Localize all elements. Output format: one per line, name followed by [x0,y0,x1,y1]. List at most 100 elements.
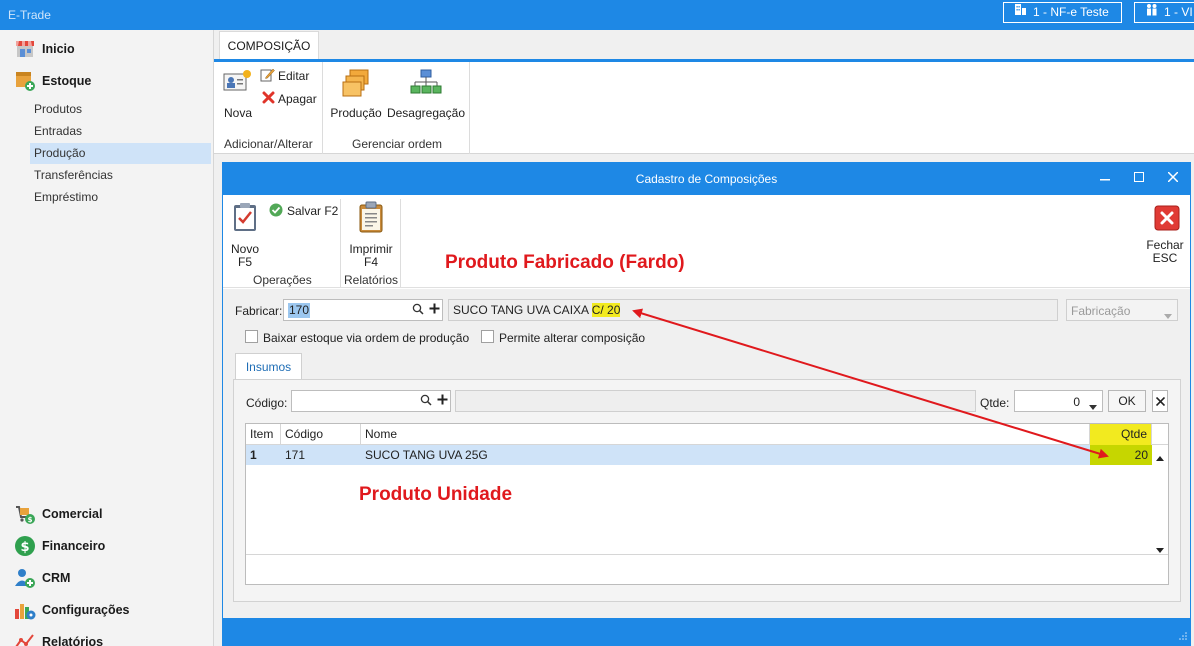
company-chip[interactable]: 1 - NF-e Teste [1003,2,1122,23]
maximize-button[interactable] [1128,168,1150,188]
search-icon[interactable] [420,394,432,409]
close-red-icon [1154,205,1180,234]
sidebar-section-label: Relatórios [42,635,104,646]
composition-dialog: Cadastro de Composições Novo F5 Salvar F… [222,162,1191,646]
building-icon [1014,3,1027,22]
sidebar-item-transferencias[interactable]: Transferências [30,165,211,186]
sidebar-item-produtos[interactable]: Produtos [30,99,211,120]
settings-chart-icon [14,599,36,621]
type-select-value: Fabricação [1071,304,1131,318]
dialog-toolbar: Novo F5 Salvar F2 Operações Imprimir F4 … [223,195,1190,288]
minimize-button[interactable] [1094,168,1116,188]
grid-scrollbar[interactable] [1152,445,1168,553]
checkbox-permite-alterar-label: Permite alterar composição [499,331,646,345]
close-icon [1155,396,1165,407]
product-name-highlight: C/ 20 [591,303,621,317]
close-icon[interactable] [1162,168,1184,188]
new-user-icon [223,69,253,98]
scroll-up-icon[interactable] [1156,450,1164,464]
sidebar-section-comercial[interactable]: $ Comercial [14,502,102,526]
chevron-down-icon[interactable] [1089,399,1097,413]
sidebar-item-emprestimo[interactable]: Empréstimo [30,187,211,208]
users-icon [14,567,36,589]
new-button[interactable]: Nova [221,66,255,120]
print-f4-label-2: F4 [363,255,378,269]
stock-icon [14,70,36,92]
tab-insumos[interactable]: Insumos [235,353,302,380]
print-f4-button[interactable]: Imprimir F4 [345,199,397,269]
report-icon [14,631,36,646]
dialog-content: Fabricar: 170 SUCO TANG UVA CAIXA C/ 20 … [223,289,1190,618]
print-f4-label-1: Imprimir [349,242,393,256]
delete-x-icon [262,91,275,107]
grid-header-filler [1152,424,1168,445]
dollar-icon: $ [14,535,36,557]
sidebar: Inicio Estoque Produtos Entradas Produçã… [0,30,214,646]
save-f2-button[interactable]: Salvar F2 [269,203,339,219]
sidebar-section-configuracoes[interactable]: Configurações [14,598,130,622]
new-f5-button[interactable]: Novo F5 [227,199,263,269]
new-f5-label-2: F5 [237,255,252,269]
qtde-label: Qtde: [980,396,1010,410]
ok-button[interactable]: OK [1108,390,1146,412]
table-row[interactable]: 1 171 SUCO TANG UVA 25G 20 [246,445,1152,465]
edit-button-label: Editar [278,69,310,83]
sidebar-section-relatorios[interactable]: Relatórios [14,630,103,646]
resize-grip-icon[interactable] [1179,629,1187,643]
qtde-field[interactable]: 0 [1014,390,1103,412]
user-label: 1 - VI [1164,5,1193,19]
annotation-produto-unidade: Produto Unidade [359,484,513,505]
remove-button[interactable] [1152,390,1168,412]
hierarchy-icon [410,69,442,102]
production-button-label: Produção [330,106,382,120]
insumo-code-field[interactable] [291,390,451,412]
add-icon[interactable] [437,394,448,408]
group-label-relatorios: Relatórios [344,273,399,287]
checkbox-baixar-estoque-label: Baixar estoque via ordem de produção [263,331,470,345]
add-icon[interactable] [429,303,440,317]
product-name-field: SUCO TANG UVA CAIXA C/ 20 [448,299,1058,321]
production-boxes-icon [342,68,372,103]
title-bar: E-Trade 1 - NF-e Teste 1 - VI [0,0,1194,30]
user-chip[interactable]: 1 - VI [1134,2,1194,23]
fabricar-code-field[interactable]: 170 [283,299,443,321]
fabricar-label: Fabricar: [235,304,283,318]
grid-header-item[interactable]: Item [246,424,281,445]
save-f2-label: Salvar F2 [287,204,339,218]
svg-text:$: $ [20,540,29,555]
sidebar-section-inicio[interactable]: Inicio [14,37,75,61]
sidebar-item-entradas[interactable]: Entradas [30,121,211,142]
edit-button[interactable]: Editar [260,67,316,85]
grid-header-codigo[interactable]: Código [281,424,361,445]
tab-composicao[interactable]: COMPOSIÇÃO [219,31,319,60]
ribbon-group-divider [322,62,323,154]
checkbox-permite-alterar[interactable] [481,330,494,343]
checkbox-baixar-estoque[interactable] [245,330,258,343]
group-label-operacoes: Operações [253,273,312,287]
product-name-text: SUCO TANG UVA CAIXA [453,303,592,317]
disaggregation-button[interactable]: Desagregação [386,66,466,120]
delete-button[interactable]: Apagar [260,90,320,108]
sidebar-section-financeiro[interactable]: $ Financeiro [14,534,105,558]
type-select[interactable]: Fabricação [1066,299,1178,321]
grid-header-qtde[interactable]: Qtde [1090,424,1152,445]
production-button[interactable]: Produção [328,66,384,120]
codigo-label: Código: [246,396,288,410]
close-esc-label-1: Fechar [1146,238,1184,252]
sidebar-section-label: Comercial [42,507,103,521]
chevron-down-icon [1164,308,1172,322]
dialog-body: Novo F5 Salvar F2 Operações Imprimir F4 … [223,195,1190,618]
sidebar-section-estoque[interactable]: Estoque [14,69,91,93]
close-esc-button[interactable]: Fechar ESC [1143,203,1187,265]
edit-icon [260,67,275,85]
sidebar-section-crm[interactable]: CRM [14,566,70,590]
sidebar-item-producao[interactable]: Produção [30,143,211,164]
grid-header-nome[interactable]: Nome [361,424,1090,445]
sidebar-section-label: Configurações [42,603,130,617]
search-icon[interactable] [412,303,424,318]
group-label-gerenciar: Gerenciar ordem [352,137,443,151]
toolbar-divider [400,199,401,287]
clipboard-icon [358,201,384,236]
app-title: E-Trade [8,8,51,22]
cell-codigo: 171 [285,448,306,462]
